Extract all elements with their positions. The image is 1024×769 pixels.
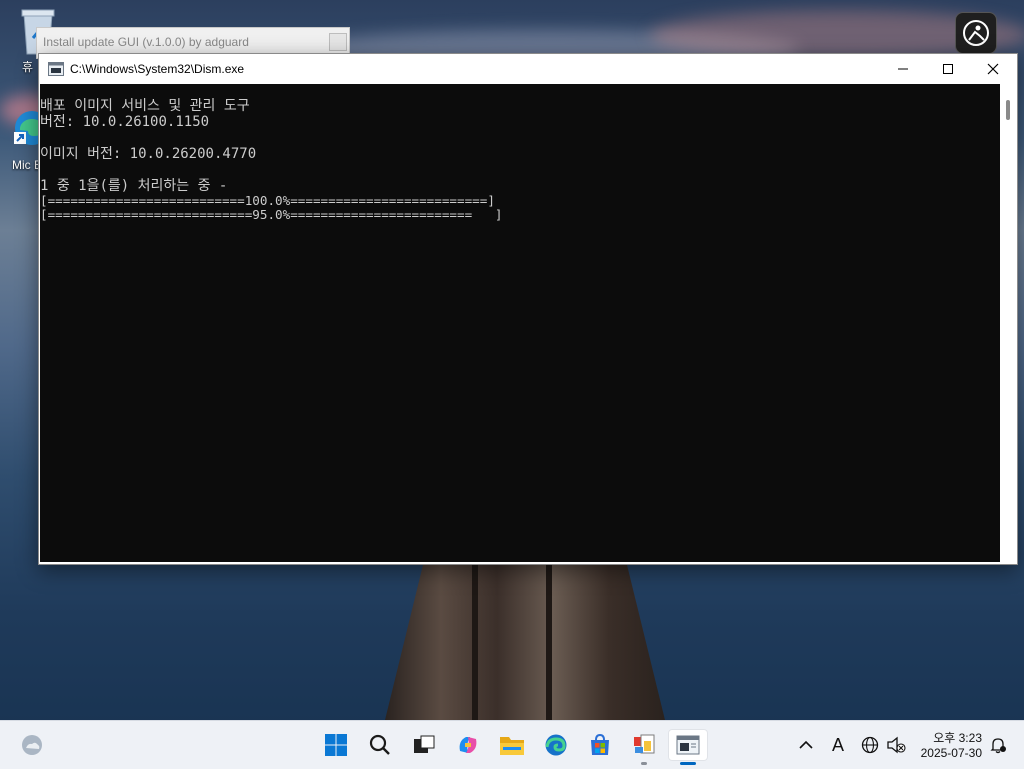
taskbar-search[interactable] [364,729,396,761]
accessibility-icon [963,20,989,46]
network-globe-icon [861,736,879,754]
taskbar-copilot[interactable] [452,729,484,761]
folder-icon [500,737,524,755]
taskbar-console[interactable] [668,729,708,761]
dism-console-window[interactable]: C:\Windows\System32\Dism.exe 배포 이미지 서비스 … [38,53,1018,565]
show-hidden-icons-button[interactable] [792,729,820,761]
close-button[interactable] [329,33,347,51]
task-view-icon [414,735,435,753]
clock-time: 오후 3:23 [933,731,982,745]
ime-indicator[interactable]: A [824,729,852,761]
active-indicator [680,762,696,765]
store-icon [591,733,609,755]
weather-widget-icon [22,735,42,755]
taskbar: A 오후 3:23 2025-07-30 [0,720,1024,769]
wooden-pier-image [385,560,665,720]
ime-label: A [831,734,844,755]
notification-button[interactable] [986,729,1010,761]
vertical-scrollbar[interactable] [1001,84,1017,562]
chevron-up-icon [799,740,813,749]
volume-muted-icon [887,736,906,754]
maximize-button[interactable] [925,54,971,84]
notification-bell-icon [990,738,1006,754]
clock[interactable]: 오후 3:23 2025-07-30 [912,727,986,763]
progress-bar-line: [===========================95.0%=======… [40,207,503,222]
volume-button[interactable] [882,729,910,761]
edge-icon [545,734,567,756]
close-icon [987,63,999,75]
console-app-icon [676,735,700,755]
copilot-icon [459,737,477,753]
console-app-icon [48,62,64,76]
taskbar-start[interactable] [320,729,352,761]
desktop-icon-label: 휴 [22,60,34,74]
search-icon [369,734,390,755]
taskbar-store[interactable] [584,729,616,761]
windows-start-icon [325,734,347,756]
taskbar-install-gui[interactable] [628,729,660,761]
installer-app-icon [634,734,655,754]
accessibility-button[interactable] [955,12,997,54]
maximize-icon [943,64,953,74]
console-output[interactable]: 배포 이미지 서비스 및 관리 도구 버전: 10.0.26100.1150 이… [40,84,1000,562]
network-button[interactable] [856,729,884,761]
minimize-button[interactable] [880,54,926,84]
window-title: Install update GUI (v.1.0.0) by adguard [43,35,249,49]
running-indicator [641,762,647,765]
minimize-icon [898,68,908,70]
close-button[interactable] [970,54,1016,84]
console-line: 이미지 버전: 10.0.26200.4770 [40,146,257,162]
console-line: 버전: 10.0.26100.1150 [40,114,210,130]
console-line: 배포 이미지 서비스 및 관리 도구 [40,98,250,114]
weather-widget-button[interactable] [16,729,48,761]
scrollbar-thumb[interactable] [1006,100,1010,120]
progress-bar-line: [==========================100.0%=======… [40,193,495,208]
taskbar-edge[interactable] [540,729,572,761]
pier-rail [472,560,478,720]
taskbar-task-view[interactable] [408,729,440,761]
console-line: 1 중 1을(를) 처리하는 중 - [40,178,228,194]
taskbar-file-explorer[interactable] [496,729,528,761]
title-bar[interactable]: C:\Windows\System32\Dism.exe [39,54,1017,84]
clock-date: 2025-07-30 [920,746,982,760]
pier-rail [546,560,552,720]
window-title: C:\Windows\System32\Dism.exe [70,62,245,76]
